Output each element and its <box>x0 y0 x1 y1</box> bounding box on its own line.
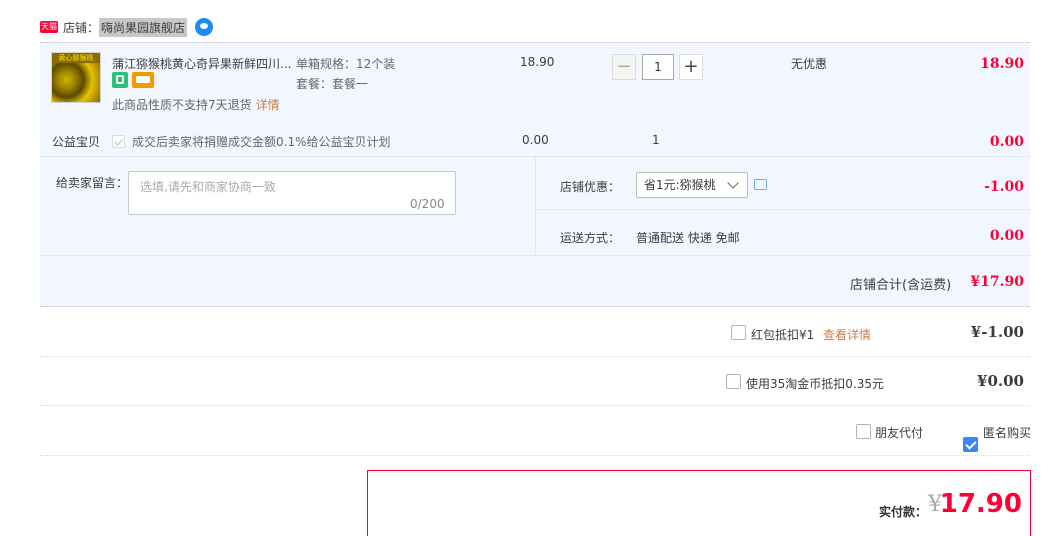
product-title-link[interactable]: 蒲江猕猴桃黄心奇异果新鲜四川... <box>112 55 291 72</box>
shipping-amount: 0.00 <box>989 228 1024 244</box>
shop-discount-select[interactable]: 省1元:猕猴桃 <box>636 172 748 198</box>
taojinbi-amount: ¥0.00 <box>977 372 1024 390</box>
product-spec: 单箱规格：12个装 <box>296 57 396 71</box>
charity-quantity: 1 <box>652 133 660 147</box>
memo-placeholder: 选填,请先和商家协商一致 <box>140 180 276 194</box>
shop-discount-amount: -1.00 <box>984 179 1024 195</box>
divider <box>40 356 1030 357</box>
service-guarantee-icon[interactable] <box>112 72 128 88</box>
charity-label: 公益宝贝 <box>52 135 101 149</box>
chevron-down-icon <box>727 177 739 189</box>
item-discount-text: 无优惠 <box>791 57 828 71</box>
charity-price: 0.00 <box>522 133 549 147</box>
credit-card-icon[interactable] <box>132 72 154 88</box>
quantity-increase-button[interactable]: + <box>679 54 703 80</box>
unit-price: 18.90 <box>520 55 555 69</box>
product-package: 套餐：套餐一 <box>296 77 369 91</box>
red-packet-detail-link[interactable]: 查看详情 <box>823 326 871 343</box>
friend-pay-checkbox[interactable] <box>856 424 871 439</box>
charity-subtotal: 0.00 <box>989 134 1024 150</box>
divider <box>40 405 1030 406</box>
red-packet-amount: ¥-1.00 <box>970 323 1024 341</box>
no-return-notice: 此商品性质不支持7天退货 详情 <box>112 96 280 113</box>
quantity-input[interactable]: 1 <box>642 54 674 80</box>
memo-char-count: 0/200 <box>410 197 445 211</box>
product-thumbnail-text: 黄心猕猴桃 <box>52 53 100 63</box>
wangwang-chat-icon[interactable] <box>195 18 214 36</box>
shipping-method: 普通配送 快递 免邮 <box>636 231 740 245</box>
return-detail-link[interactable]: 详情 <box>256 98 280 112</box>
shop-total-amount: ¥17.90 <box>970 274 1024 290</box>
taojinbi-checkbox[interactable] <box>726 374 741 389</box>
anonymous-purchase-checkbox[interactable] <box>963 437 978 452</box>
shipping-label: 运送方式： <box>560 231 621 245</box>
taojinbi-label: 使用35淘金币抵扣0.35元 <box>746 377 884 391</box>
anonymous-purchase-label: 匿名购买 <box>983 426 1032 440</box>
divider <box>535 157 536 255</box>
divider <box>40 455 1030 456</box>
discount-info-icon[interactable] <box>754 179 767 190</box>
red-packet-label: 红包抵扣¥1 <box>751 328 815 342</box>
no-return-text: 此商品性质不支持7天退货 <box>112 98 252 112</box>
quantity-decrease-button[interactable]: − <box>612 54 636 80</box>
shop-total-label: 店铺合计(含运费) <box>850 278 952 293</box>
charity-checkbox <box>112 135 125 148</box>
payment-amount: 17.90 <box>939 489 1022 519</box>
item-subtotal: 18.90 <box>980 56 1024 72</box>
shop-name-link[interactable]: 嗨尚果园旗舰店 <box>99 17 188 37</box>
memo-label: 给卖家留言： <box>56 176 129 190</box>
shop-discount-label: 店铺优惠： <box>560 180 621 194</box>
shop-header: 天猫 店铺： 嗨尚果园旗舰店 <box>40 16 214 38</box>
red-packet-checkbox[interactable] <box>731 325 746 340</box>
payment-label: 实付款： <box>879 505 928 519</box>
friend-pay-label: 朋友代付 <box>875 426 924 440</box>
shop-label: 店铺： <box>63 20 100 35</box>
charity-text: 成交后卖家将捐赠成交金额0.1%给公益宝贝计划 <box>132 135 391 149</box>
shop-discount-selected: 省1元:猕猴桃 <box>644 178 716 192</box>
tmall-badge-icon: 天猫 <box>40 21 58 33</box>
divider <box>536 209 1030 210</box>
